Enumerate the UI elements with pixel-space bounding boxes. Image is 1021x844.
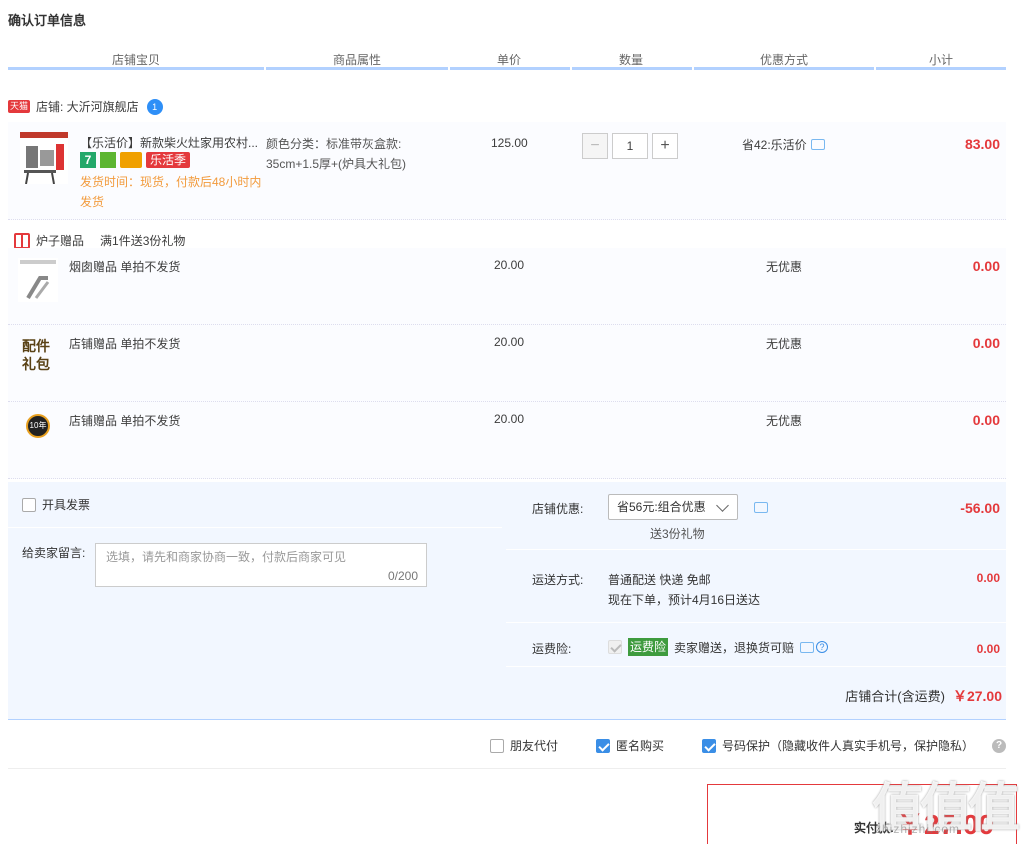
- message-label: 给卖家留言:: [22, 546, 86, 560]
- item-attr: 颜色分类：标准带灰盒款: 35cm+1.5厚+(炉具大礼包): [266, 137, 407, 171]
- col-subtotal: 小计: [928, 53, 954, 67]
- column-header: 店铺宝贝 商品属性 单价 数量 优惠方式 小计: [8, 50, 1006, 70]
- shipping-eta: 现在下单，预计4月16日送达: [608, 593, 761, 607]
- col-price: 单价: [496, 53, 522, 67]
- gift-name: 店铺赠品 单拍不发货: [69, 414, 181, 428]
- shop-discount-label: 店铺优惠:: [532, 502, 584, 516]
- freight-insurance-tag: 运费险: [628, 638, 669, 656]
- shipping-method: 普通配送 快递 免邮: [608, 573, 711, 587]
- qty-plus-button[interactable]: +: [652, 133, 678, 159]
- item-subtotal: 83.00: [964, 136, 1000, 152]
- card-pay-icon: [120, 152, 142, 168]
- qty-minus-button[interactable]: −: [582, 133, 608, 159]
- qty-input[interactable]: 1: [612, 133, 648, 159]
- gift-price: 20.00: [494, 412, 525, 426]
- friend-pay-checkbox[interactable]: [490, 738, 504, 753]
- accessory-pack-thumbnail[interactable]: 配件礼包: [22, 337, 52, 373]
- seller-message-box: 0/200: [95, 543, 427, 587]
- service-icon: [100, 152, 116, 168]
- message-count: 0/200: [387, 569, 418, 583]
- anonymous-option[interactable]: 匿名购买: [596, 737, 664, 754]
- gift-promo: 无优惠: [766, 260, 803, 274]
- tmall-badge: 天猫: [8, 100, 31, 113]
- freight-insurance-checkbox: [608, 640, 622, 654]
- freight-insurance-label: 运费险:: [532, 642, 572, 656]
- gift-title: 炉子赠品: [36, 234, 85, 248]
- item-promo-text: 省42:乐活价: [742, 138, 807, 152]
- shop-name[interactable]: 店铺: 大沂河旗舰店: [36, 98, 139, 115]
- watermark-site: zhizhizhi.com: [875, 822, 961, 836]
- ship-time: 发货时间：现货，付款后48小时内发货: [80, 175, 262, 209]
- shop-discount-row: 店铺优惠: 省56元:组合优惠 送3份礼物 -56.00: [506, 482, 1006, 550]
- shop-discount-note: 送3份礼物: [650, 527, 705, 541]
- chimney-gift-thumbnail[interactable]: [18, 258, 58, 302]
- shop-header: 天猫 店铺: 大沂河旗舰店 1: [8, 98, 163, 115]
- invoice-option[interactable]: 开具发票: [22, 496, 90, 513]
- shipping-value: 0.00: [976, 571, 1000, 585]
- gift-icon: [14, 232, 30, 249]
- order-summary-panel: 开具发票 给卖家留言: 0/200 店铺优惠: 省56元:组合优惠 送3份礼物 …: [8, 482, 1006, 720]
- col-item: 店铺宝贝: [111, 53, 161, 67]
- gift-row: 配件礼包 店铺赠品 单拍不发货 20.00 无优惠 0.00: [8, 325, 1006, 402]
- item-thumbnail[interactable]: [20, 132, 68, 185]
- col-promo: 优惠方式: [759, 53, 809, 67]
- item-name[interactable]: 【乐活价】新款柴火灶家用农村...: [80, 134, 266, 152]
- medal-gift-thumbnail[interactable]: 10年: [26, 414, 50, 438]
- gift-row: 10年 店铺赠品 单拍不发货 20.00 无优惠 0.00: [8, 402, 1006, 479]
- freight-insurance-detail: 运费险 卖家赠送，退换货可赔 ?: [608, 638, 829, 656]
- shop-total: 店铺合计(含运费) ￥27.00: [845, 686, 1002, 706]
- page-title: 确认订单信息: [8, 13, 87, 28]
- item-promo: 省42:乐活价: [742, 136, 825, 153]
- number-protect-option[interactable]: 号码保护（隐藏收件人真实手机号，保护隐私）: [702, 737, 974, 754]
- friend-pay-label: 朋友代付: [510, 739, 559, 753]
- freight-insurance-row: 运费险: 运费险 卖家赠送，退换货可赔 ? 0.00: [506, 624, 1006, 667]
- shop-discount-value: -56.00: [960, 500, 1000, 516]
- gift-name: 烟囱赠品 单拍不发货: [69, 260, 181, 274]
- wangwang-chat-icon[interactable]: 1: [146, 98, 163, 115]
- invoice-label: 开具发票: [42, 498, 91, 512]
- discount-comment-icon[interactable]: [754, 502, 768, 513]
- anonymous-checkbox[interactable]: [596, 738, 611, 753]
- shop-discount-select[interactable]: 省56元:组合优惠: [608, 494, 738, 520]
- order-options: 朋友代付 匿名购买 号码保护（隐藏收件人真实手机号，保护隐私） ?: [490, 737, 1007, 754]
- gift-price: 20.00: [494, 258, 525, 272]
- number-protect-label: 号码保护（隐藏收件人真实手机号，保护隐私）: [722, 739, 975, 753]
- friend-pay-option[interactable]: 朋友代付: [490, 737, 558, 754]
- order-calc: 店铺优惠: 省56元:组合优惠 送3份礼物 -56.00 运送方式: 普通配送 …: [506, 482, 1006, 667]
- seller-message-input[interactable]: [106, 550, 406, 564]
- divider: [8, 768, 1006, 769]
- gift-promo: 无优惠: [766, 414, 803, 428]
- gift-name: 店铺赠品 单拍不发货: [69, 337, 181, 351]
- insurance-help-icon[interactable]: ?: [816, 641, 829, 653]
- number-protect-checkbox[interactable]: [702, 738, 717, 753]
- number-protect-help-icon[interactable]: ?: [992, 738, 1007, 753]
- freight-insurance-value: 0.00: [976, 642, 1000, 656]
- freight-insurance-desc: 卖家赠送，退换货可赔: [674, 640, 795, 655]
- shop-total-value: ￥27.00: [952, 688, 1002, 704]
- buyer-options: 开具发票 给卖家留言: 0/200: [8, 482, 502, 667]
- item-price: 125.00: [491, 136, 528, 150]
- shipping-row: 运送方式: 普通配送 快递 免邮 现在下单，预计4月16日送达 0.00: [506, 551, 1006, 623]
- gift-promo: 无优惠: [766, 337, 803, 351]
- gift-price: 20.00: [494, 335, 525, 349]
- order-item: 【乐活价】新款柴火灶家用农村... 7 乐活季 发货时间：现货，付款后48小时内…: [8, 122, 1006, 220]
- gift-header: 炉子赠品 满1件送3份礼物: [14, 232, 185, 249]
- invoice-checkbox[interactable]: [22, 497, 36, 512]
- col-qty: 数量: [618, 53, 644, 67]
- gift-subtotal: 0.00: [972, 412, 1000, 428]
- insurance-comment-icon[interactable]: [800, 641, 815, 653]
- gift-subtotal: 0.00: [972, 335, 1000, 351]
- anonymous-label: 匿名购买: [616, 739, 665, 753]
- seven-day-return-icon: 7: [80, 152, 96, 168]
- col-attr: 商品属性: [332, 53, 382, 67]
- quantity-stepper: − 1 +: [582, 133, 678, 159]
- shipping-label: 运送方式:: [532, 573, 584, 587]
- lehuo-badge: 乐活季: [146, 152, 191, 168]
- item-badges: 7 乐活季: [80, 152, 191, 168]
- shop-total-label: 店铺合计(含运费): [845, 689, 945, 704]
- gift-rule: 满1件送3份礼物: [100, 234, 186, 248]
- promo-comment-icon[interactable]: [810, 139, 825, 150]
- gift-subtotal: 0.00: [972, 258, 1000, 274]
- gift-row: 烟囱赠品 单拍不发货 20.00 无优惠 0.00: [8, 248, 1006, 325]
